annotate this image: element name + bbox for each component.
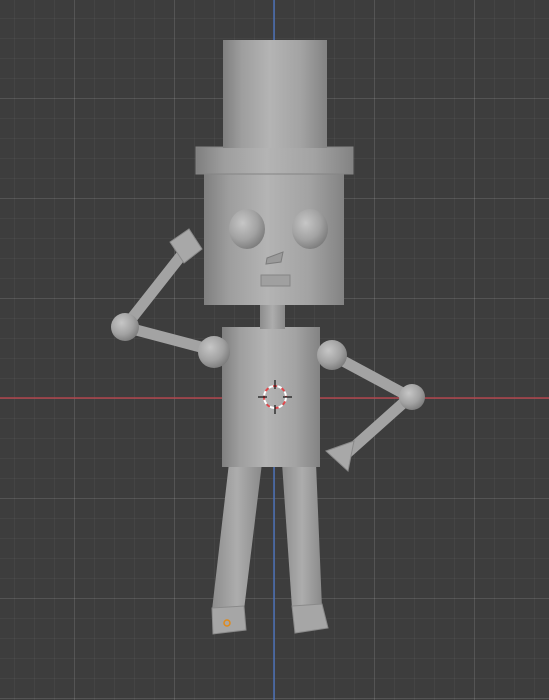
left-leg[interactable]	[212, 463, 262, 610]
hat-brim[interactable]	[195, 146, 354, 175]
left-shoulder-joint[interactable]	[198, 336, 230, 368]
right-elbow-joint[interactable]	[399, 384, 425, 410]
left-eye[interactable]	[229, 209, 265, 249]
left-elbow-joint[interactable]	[111, 313, 139, 341]
feet[interactable]	[211, 603, 329, 635]
legs[interactable]	[212, 463, 322, 610]
hat-crown[interactable]	[223, 40, 327, 148]
right-foot[interactable]	[291, 603, 329, 634]
right-arm[interactable]	[317, 340, 425, 472]
right-leg[interactable]	[282, 463, 322, 608]
viewport-canvas[interactable]	[0, 0, 549, 700]
3d-viewport[interactable]	[0, 0, 549, 700]
robot-mouth[interactable]	[260, 274, 291, 287]
right-hand[interactable]	[325, 440, 355, 472]
right-eye[interactable]	[292, 209, 328, 249]
right-shoulder-joint[interactable]	[317, 340, 347, 370]
robot-body[interactable]	[222, 327, 320, 467]
robot-neck[interactable]	[260, 303, 285, 329]
